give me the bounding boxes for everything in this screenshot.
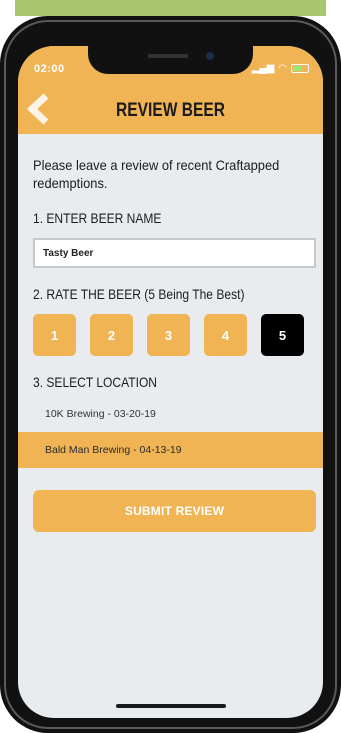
rating-options: 1 2 3 4 5 [33,314,316,356]
top-banner [15,0,326,16]
beer-name-label: 1. ENTER BEER NAME [33,210,162,226]
location-item-selected[interactable]: Bald Man Brewing - 04-13-19 [18,432,323,468]
app-header: 02:00 ▂▄▆ ◠ REVIEW BEER [18,46,323,134]
rating-button-5[interactable]: 5 [261,314,304,356]
rating-button-4[interactable]: 4 [204,314,247,356]
intro-text: Please leave a review of recent Craftapp… [33,157,280,191]
location-item[interactable]: 10K Brewing - 03-20-19 [18,396,323,432]
beer-name-input[interactable] [33,238,316,268]
home-indicator[interactable] [116,704,226,708]
status-icons: ▂▄▆ ◠ [252,63,309,74]
rating-button-3[interactable]: 3 [147,314,190,356]
battery-icon [291,64,309,73]
location-label: 3. SELECT LOCATION [33,374,158,390]
wifi-icon: ◠ [278,63,287,74]
camera [206,52,214,60]
submit-review-button[interactable]: SUBMIT REVIEW [33,490,316,532]
review-form: Please leave a review of recent Craftapp… [18,156,323,532]
phone-frame: 02:00 ▂▄▆ ◠ REVIEW BEER Please leave a r… [0,16,341,733]
rating-button-1[interactable]: 1 [33,314,76,356]
location-list: 10K Brewing - 03-20-19 Bald Man Brewing … [18,396,323,468]
rating-label: 2. RATE THE BEER (5 Being The Best) [33,286,245,302]
page-title: REVIEW BEER [115,100,226,121]
rating-button-2[interactable]: 2 [90,314,133,356]
status-time: 02:00 [34,63,65,75]
speaker [148,54,188,58]
phone-notch [88,46,253,74]
signal-icon: ▂▄▆ [251,63,275,74]
app-screen: 02:00 ▂▄▆ ◠ REVIEW BEER Please leave a r… [18,46,323,718]
